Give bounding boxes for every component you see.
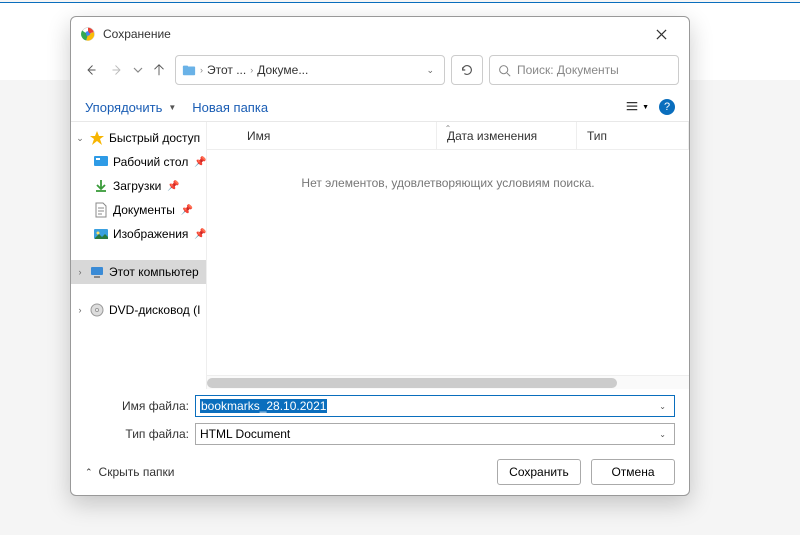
desktop-icon xyxy=(93,154,109,170)
sidebar: ⌄ Быстрый доступ Рабочий стол 📌 Загрузки… xyxy=(71,122,207,389)
column-headers: ⌃ Имя Дата изменения Тип xyxy=(207,122,689,150)
pictures-icon xyxy=(93,226,109,242)
refresh-button[interactable] xyxy=(451,55,483,85)
organize-menu[interactable]: Упорядочить ▼ xyxy=(85,100,176,115)
sidebar-item-this-pc[interactable]: › Этот компьютер xyxy=(71,260,206,284)
column-name[interactable]: Имя xyxy=(207,122,437,149)
dialog-title: Сохранение xyxy=(103,27,643,41)
pin-icon: 📌 xyxy=(194,157,206,168)
pin-icon: 📌 xyxy=(194,229,206,240)
help-button[interactable]: ? xyxy=(659,99,675,115)
new-folder-button[interactable]: Новая папка xyxy=(192,100,268,115)
chevron-down-icon: ⌄ xyxy=(75,133,85,144)
cancel-button[interactable]: Отмена xyxy=(591,459,675,485)
caret-down-icon: ⌄ xyxy=(659,430,670,439)
file-list-area: ⌃ Имя Дата изменения Тип Нет элементов, … xyxy=(207,122,689,389)
chevron-right-icon: › xyxy=(250,65,253,75)
save-dialog: Сохранение › Этот ... › Докуме... ⌄ Упор… xyxy=(70,16,690,496)
bottom-panel: Имя файла: bookmarks_28.10.2021 ⌄ Тип фа… xyxy=(71,389,689,495)
chevron-up-icon: ⌃ xyxy=(85,467,93,478)
list-view-icon xyxy=(625,100,639,114)
action-row: ⌃ Скрыть папки Сохранить Отмена xyxy=(85,459,675,485)
disc-icon xyxy=(89,302,105,318)
close-button[interactable] xyxy=(643,19,679,49)
scrollbar-thumb[interactable] xyxy=(207,378,617,388)
recent-dropdown[interactable] xyxy=(133,56,143,84)
folder-icon xyxy=(182,63,196,77)
breadcrumb-seg[interactable]: Докуме... xyxy=(257,63,308,77)
arrow-up-icon xyxy=(153,64,165,76)
sidebar-item-quick-access[interactable]: ⌄ Быстрый доступ xyxy=(71,126,206,150)
filetype-row: Тип файла: HTML Document ⌄ xyxy=(85,423,675,445)
view-menu[interactable]: ▼ xyxy=(625,100,649,114)
close-icon xyxy=(656,29,667,40)
search-icon xyxy=(498,64,511,77)
chevron-right-icon: › xyxy=(200,65,203,75)
filetype-label: Тип файла: xyxy=(85,427,195,441)
forward-button[interactable] xyxy=(107,56,127,84)
pin-icon: 📌 xyxy=(181,205,193,216)
breadcrumb-seg[interactable]: Этот ... xyxy=(207,63,246,77)
filename-input[interactable]: bookmarks_28.10.2021 ⌄ xyxy=(195,395,675,417)
arrow-right-icon xyxy=(111,64,123,76)
caret-down-icon[interactable]: ⌄ xyxy=(659,402,670,411)
back-button[interactable] xyxy=(81,56,101,84)
horizontal-scrollbar[interactable] xyxy=(207,375,689,389)
sort-indicator-icon: ⌃ xyxy=(445,124,452,133)
filename-label: Имя файла: xyxy=(85,399,195,413)
toolbar: Упорядочить ▼ Новая папка ▼ ? xyxy=(71,93,689,122)
column-type[interactable]: Тип xyxy=(577,122,689,149)
breadcrumb[interactable]: › Этот ... › Докуме... ⌄ xyxy=(175,55,445,85)
download-icon xyxy=(93,178,109,194)
sidebar-item-desktop[interactable]: Рабочий стол 📌 xyxy=(71,150,206,174)
star-icon xyxy=(89,130,105,146)
search-box[interactable] xyxy=(489,55,679,85)
document-icon xyxy=(93,202,109,218)
titlebar: Сохранение xyxy=(71,17,689,51)
search-input[interactable] xyxy=(517,63,670,77)
filetype-select[interactable]: HTML Document ⌄ xyxy=(195,423,675,445)
caret-down-icon: ▼ xyxy=(168,103,176,112)
up-button[interactable] xyxy=(149,56,169,84)
body: ⌄ Быстрый доступ Рабочий стол 📌 Загрузки… xyxy=(71,122,689,389)
sidebar-item-pictures[interactable]: Изображения 📌 xyxy=(71,222,206,246)
chrome-icon xyxy=(81,27,95,41)
nav-row: › Этот ... › Докуме... ⌄ xyxy=(71,51,689,93)
column-date[interactable]: Дата изменения xyxy=(437,122,577,149)
chevron-right-icon: › xyxy=(75,267,85,277)
chevron-right-icon: › xyxy=(75,305,85,315)
caret-down-icon: ▼ xyxy=(642,104,649,111)
refresh-icon xyxy=(460,63,474,77)
computer-icon xyxy=(89,264,105,280)
pin-icon: 📌 xyxy=(167,181,179,192)
sidebar-item-documents[interactable]: Документы 📌 xyxy=(71,198,206,222)
hide-folders-toggle[interactable]: ⌃ Скрыть папки xyxy=(85,465,174,479)
sidebar-item-downloads[interactable]: Загрузки 📌 xyxy=(71,174,206,198)
empty-message: Нет элементов, удовлетворяющих условиям … xyxy=(207,150,689,375)
breadcrumb-dropdown[interactable]: ⌄ xyxy=(422,65,438,76)
save-button[interactable]: Сохранить xyxy=(497,459,581,485)
filename-row: Имя файла: bookmarks_28.10.2021 ⌄ xyxy=(85,395,675,417)
sidebar-item-dvd[interactable]: › DVD-дисковод (I xyxy=(71,298,206,322)
chevron-down-icon xyxy=(133,64,143,76)
arrow-left-icon xyxy=(85,64,97,76)
